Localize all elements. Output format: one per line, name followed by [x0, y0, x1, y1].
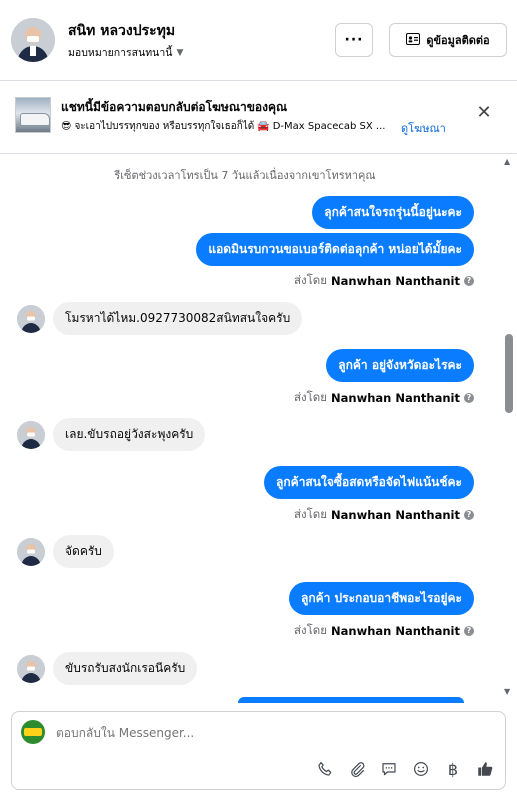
view-contact-button[interactable]: ดูข้อมูลติดต่อ: [389, 23, 507, 57]
assign-conversation-dropdown[interactable]: มอบหมายการสนทนานี้ ▼: [68, 44, 183, 61]
sent-by-label: ส่งโดย Nanwhan Nanthanit ?: [294, 506, 474, 524]
sent-by-label: ส่งโดย Nanwhan Nanthanit ?: [294, 389, 474, 407]
baht-icon[interactable]: ฿: [443, 759, 463, 779]
view-ad-link[interactable]: ดูโฆษณา: [401, 119, 446, 137]
incoming-message-row: ขับรถรับสงนักเรอนีครับ: [17, 652, 198, 685]
incoming-message-row: เลย.ขับรถอยู่วังสะพุงครับ: [17, 418, 206, 451]
more-options-button[interactable]: ···: [335, 23, 373, 57]
reply-composer: ฿: [11, 711, 506, 790]
incoming-message[interactable]: ขับรถรับสงนักเรอนีครับ: [53, 652, 198, 685]
phone-icon[interactable]: [315, 759, 335, 779]
ad-reply-banner: แชทนี้มีข้อความตอบกลับต่อโฆษณาของคุณ 😎 จ…: [0, 81, 517, 154]
caret-down-icon: ▼: [176, 47, 184, 58]
sender-name: Nanwhan Nanthanit: [331, 624, 460, 638]
incoming-message[interactable]: จัดครับ: [53, 535, 114, 568]
outgoing-message[interactable]: ลูกค้า อยู่จังหวัดอะไรคะ: [326, 349, 474, 382]
outgoing-message[interactable]: ลุกค้าสนใจรถรุ่นนี้อยู่นะคะ: [312, 196, 474, 229]
scrollbar-thumb[interactable]: [505, 334, 513, 413]
reply-input[interactable]: [56, 726, 476, 740]
more-label: ···: [344, 32, 364, 48]
sent-by-label: ส่งโดย Nanwhan Nanthanit ?: [294, 622, 474, 640]
question-icon[interactable]: ?: [464, 626, 474, 636]
outgoing-message[interactable]: ลูกค้าสนใจซื้อสดหรือจัดไฟแน้นช์คะ: [264, 466, 474, 499]
sender-name: Nanwhan Nanthanit: [331, 508, 460, 522]
sender-name: Nanwhan Nanthanit: [331, 274, 460, 288]
sent-by-prefix: ส่งโดย: [293, 273, 328, 287]
outgoing-message[interactable]: ลูกค้า ประกอบอาชีพอะไรอยู่คะ: [288, 582, 474, 615]
contact-avatar-small[interactable]: [17, 654, 45, 683]
contact-avatar-small[interactable]: [17, 420, 45, 449]
ad-banner-title: แชทนี้มีข้อความตอบกลับต่อโฆษณาของคุณ: [61, 100, 288, 114]
contact-avatar-small[interactable]: [17, 537, 45, 566]
close-icon[interactable]: ✕: [474, 103, 494, 123]
scroll-up-arrow-icon[interactable]: ▲: [504, 157, 510, 166]
sent-by-prefix: ส่งโดย: [293, 507, 328, 521]
question-icon[interactable]: ?: [464, 276, 474, 286]
sent-by-label: ส่งโดย Nanwhan Nanthanit ?: [294, 272, 474, 290]
incoming-message[interactable]: โมรหาได้ไหม.0927730082สนิทสนใจครับ: [53, 302, 303, 335]
outgoing-message[interactable]: แอดมินรบกวนขอเบอร์ติดต่อลุกค้า หน่อยได้ม…: [196, 233, 474, 266]
incoming-message-row: จัดครับ: [17, 535, 114, 568]
sender-name: Nanwhan Nanthanit: [331, 391, 460, 405]
thumbs-up-icon[interactable]: [475, 759, 495, 779]
ad-caption: จะเอาไปบรรทุกของ หรือบรรทุกใจเธอก็ได้: [74, 121, 255, 132]
conversation-header: สนิท หลวงประทุม มอบหมายการสนทนานี้ ▼ ···…: [0, 0, 517, 81]
outgoing-message-partial: [238, 697, 464, 703]
page-avatar: [21, 720, 45, 744]
assign-label: มอบหมายการสนทนานี้: [68, 47, 173, 59]
question-icon[interactable]: ?: [464, 393, 474, 403]
call-window-notice: รีเซ็ตช่วงเวลาโทรเป็น 7 วันแล้วเนื่องจาก…: [114, 169, 376, 182]
chat-bubble-icon[interactable]: [379, 759, 399, 779]
incoming-message-row: โมรหาได้ไหม.0927730082สนิทสนใจครับ: [17, 302, 303, 335]
scroll-down-arrow-icon[interactable]: ▼: [504, 687, 510, 696]
ad-thumbnail[interactable]: [15, 97, 51, 133]
composer-toolbar: ฿: [315, 759, 495, 779]
contact-avatar[interactable]: [11, 18, 55, 62]
sent-by-prefix: ส่งโดย: [293, 390, 328, 404]
contact-avatar-small[interactable]: [17, 304, 45, 333]
smiley-icon[interactable]: [411, 759, 431, 779]
sent-by-prefix: ส่งโดย: [293, 623, 328, 637]
ad-banner-subtitle: 😎 จะเอาไปบรรทุกของ หรือบรรทุกใจเธอก็ได้ …: [61, 119, 406, 134]
question-icon[interactable]: ?: [464, 510, 474, 520]
sunglasses-emoji-icon: 😎: [61, 121, 72, 132]
view-contact-label: ดูข้อมูลติดต่อ: [426, 34, 490, 47]
car-emoji-icon: 🚘: [257, 121, 270, 132]
incoming-message[interactable]: เลย.ขับรถอยู่วังสะพุงครับ: [53, 418, 206, 451]
contact-name: สนิท หลวงประทุม: [68, 23, 176, 39]
contact-card-icon: [406, 32, 421, 48]
message-thread: รีเซ็ตช่วงเวลาโทรเป็น 7 วันแล้วเนื่องจาก…: [0, 155, 517, 700]
paperclip-icon[interactable]: [347, 759, 367, 779]
ad-product: D-Max Spacecab SX ...: [272, 121, 386, 132]
